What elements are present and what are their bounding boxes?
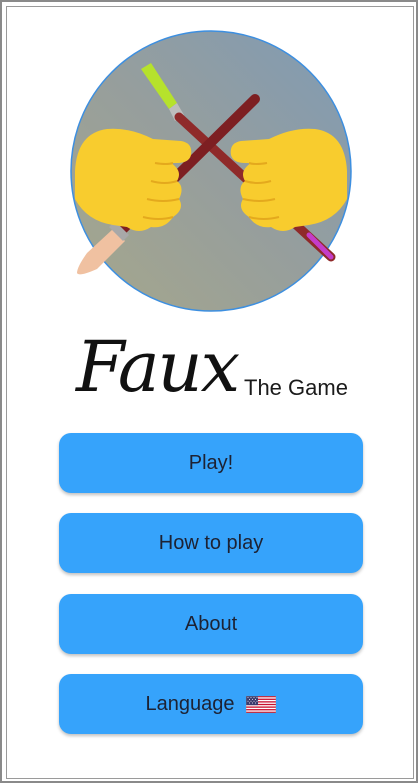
app-title: Faux <box>76 326 240 408</box>
about-button[interactable]: About <box>59 594 363 654</box>
play-button-label: Play! <box>188 451 234 474</box>
title-block: Faux The Game <box>72 324 362 414</box>
crossed-paintbrushes-fists-icon <box>70 30 352 312</box>
how-to-play-button-label: How to play <box>158 531 264 554</box>
app-frame: Faux The Game Play! How to play About La… <box>0 0 418 783</box>
game-logo <box>69 29 353 313</box>
right-fist-icon <box>230 128 347 231</box>
language-button-label: Language <box>145 692 235 715</box>
about-button-label: About <box>184 612 238 635</box>
language-button[interactable]: Language <box>59 674 363 734</box>
us-flag-icon <box>246 695 277 713</box>
app-subtitle: The Game <box>244 375 348 400</box>
how-to-play-button[interactable]: How to play <box>59 513 363 573</box>
left-fist-icon <box>75 128 192 231</box>
play-button[interactable]: Play! <box>59 433 363 493</box>
